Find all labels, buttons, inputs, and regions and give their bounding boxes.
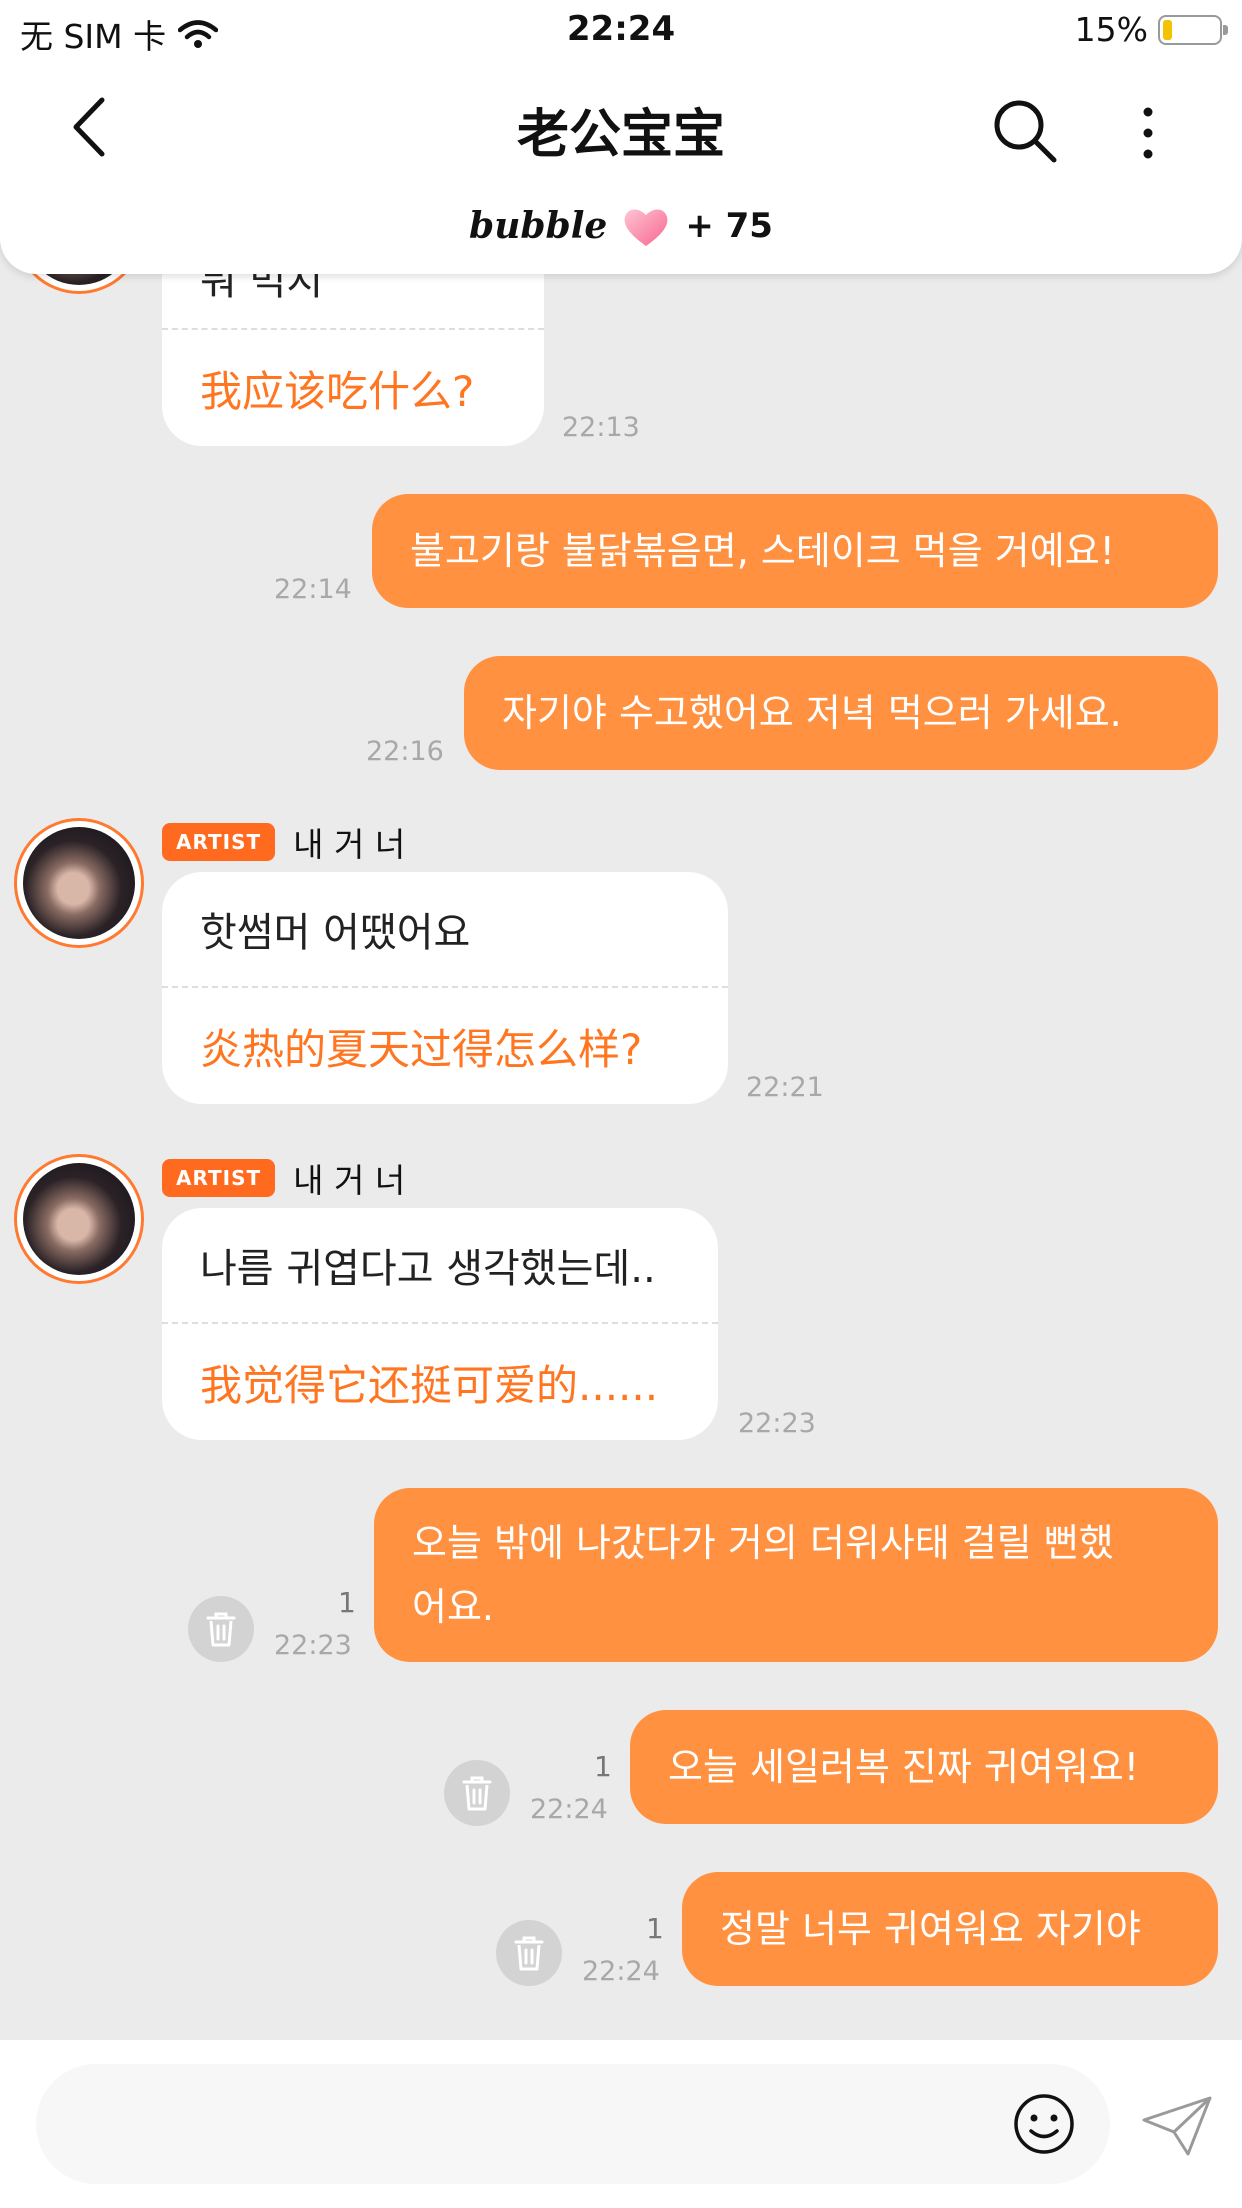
- status-time: 22:24: [566, 9, 676, 49]
- message-line: 오늘 밖에 나갔다가 거의 더위사태 걸릴 뻔했: [412, 1521, 1114, 1565]
- message-translation: 我应该吃什么?: [200, 366, 475, 416]
- message-bubble-incoming[interactable]: 나름 귀엽다고 생각했는데.. 我觉得它还挺可爱的......: [162, 1208, 718, 1440]
- message-time: 22:23: [738, 1408, 816, 1439]
- heart-icon: [624, 209, 668, 246]
- message-time: 22:13: [562, 412, 640, 443]
- message-bubble-outgoing[interactable]: 오늘 세일러복 진짜 귀여워요!: [630, 1710, 1218, 1824]
- trash-icon: [206, 1612, 236, 1647]
- trash-icon: [462, 1776, 492, 1811]
- artist-badge: ARTIST: [162, 823, 276, 861]
- sender-name: 내 거 너: [293, 1161, 406, 1200]
- more-icon[interactable]: [1130, 98, 1166, 168]
- message-bubble-outgoing[interactable]: 불고기랑 불닭볶음면, 스테이크 먹을 거예요!: [372, 494, 1218, 608]
- message-korean: 핫썸머 어땠어요: [200, 910, 471, 956]
- battery-icon: [1158, 14, 1228, 45]
- delete-button[interactable]: [188, 1596, 254, 1662]
- message-line: 어요.: [412, 1585, 494, 1629]
- message-bubble-outgoing[interactable]: 정말 너무 귀여워요 자기야: [682, 1872, 1218, 1986]
- message-bubble-incoming[interactable]: 핫썸머 어땠어요 炎热的夏天过得怎么样?: [162, 872, 728, 1104]
- chat-area[interactable]: 뭐 먹지 我应该吃什么? 22:13 불고기랑 불닭볶음면, 스테이크 먹을 거…: [0, 0, 1242, 2040]
- message-time: 22:24: [530, 1794, 608, 1825]
- unread-count: 1: [338, 1586, 356, 1619]
- chat-header: 老公宝宝 bubble + 75: [0, 62, 1242, 274]
- message-time: 22:21: [746, 1072, 824, 1103]
- emoji-icon[interactable]: [1012, 2092, 1076, 2156]
- bubble-logo: bubble: [469, 205, 608, 247]
- input-bar: [0, 2040, 1242, 2208]
- message-time: 22:16: [366, 736, 444, 767]
- message-input[interactable]: [36, 2064, 1110, 2184]
- send-icon[interactable]: [1140, 2094, 1214, 2158]
- battery-percent: 15%: [1074, 10, 1148, 49]
- message-time: 22:24: [582, 1956, 660, 1987]
- message-bubble-outgoing[interactable]: 오늘 밖에 나갔다가 거의 더위사태 걸릴 뻔했 어요.: [374, 1488, 1218, 1662]
- avatar[interactable]: [14, 1154, 144, 1284]
- delete-button[interactable]: [496, 1920, 562, 1986]
- unread-count: 1: [646, 1912, 664, 1945]
- sender-row: ARTIST 내 거 너: [162, 818, 405, 866]
- message-bubble-outgoing[interactable]: 자기야 수고했어요 저녁 먹으러 가세요.: [464, 656, 1218, 770]
- unread-count: 1: [594, 1750, 612, 1783]
- message-translation: 炎热的夏天过得怎么样?: [200, 1024, 643, 1074]
- artist-badge: ARTIST: [162, 1159, 276, 1197]
- message-time: 22:14: [274, 574, 352, 605]
- delete-button[interactable]: [444, 1760, 510, 1826]
- search-icon[interactable]: [990, 96, 1060, 166]
- trash-icon: [514, 1936, 544, 1971]
- bubble-indicator: bubble + 75: [0, 204, 1242, 248]
- status-bar: 无 SIM 卡 22:24 15%: [0, 0, 1242, 62]
- battery-level: [1163, 19, 1172, 40]
- sender-row: ARTIST 내 거 너: [162, 1154, 405, 1202]
- avatar[interactable]: [14, 818, 144, 948]
- sender-name: 내 거 너: [293, 825, 406, 864]
- bubble-count: + 75: [685, 206, 773, 246]
- message-korean: 나름 귀엽다고 생각했는데..: [200, 1246, 656, 1292]
- message-translation: 我觉得它还挺可爱的......: [200, 1360, 659, 1410]
- message-time: 22:23: [274, 1630, 352, 1661]
